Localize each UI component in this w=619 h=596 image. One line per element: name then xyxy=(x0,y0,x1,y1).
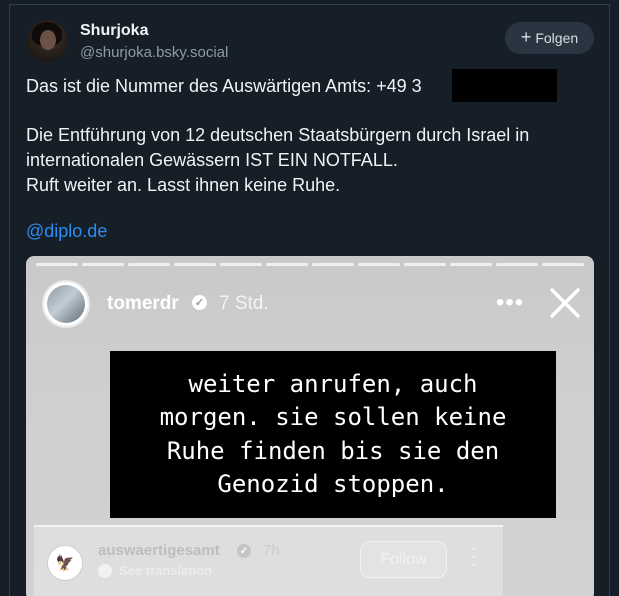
post-text-line-4: Ruft weiter an. Lasst ihnen keine Ruhe. xyxy=(26,175,341,195)
shared-post-card: 🦅 auswaertigesamt ✓ 7h See translation F… xyxy=(34,525,503,596)
story-progress-segment xyxy=(266,263,308,266)
quote-line-1: weiter anrufen, auch xyxy=(188,369,478,398)
story-screenshot[interactable]: tomerdr ✓ 7 Std. ••• weiter anrufen, auc… xyxy=(26,256,594,596)
story-progress-segment xyxy=(128,263,170,266)
post-text-line-3: internationalen Gewässern IST EIN NOTFAL… xyxy=(26,150,398,170)
story-progress-segment xyxy=(450,263,492,266)
verified-icon: ✓ xyxy=(192,295,207,310)
follow-button-label: Folgen xyxy=(535,30,579,46)
story-progress-segment xyxy=(496,263,538,266)
plus-icon: + xyxy=(520,27,532,47)
story-progress-segment xyxy=(174,263,216,266)
quote-line-2: morgen. sie sollen keine xyxy=(159,403,507,431)
verified-icon: ✓ xyxy=(237,544,251,558)
more-icon: ••• xyxy=(496,289,525,316)
post-text-line-1: Das ist die Nummer des Auswärtigen Amts:… xyxy=(26,76,422,96)
story-progress-segment xyxy=(36,263,78,266)
divider-right xyxy=(609,4,610,596)
story-username: tomerdr xyxy=(107,293,179,314)
story-avatar xyxy=(42,280,90,328)
story-progress-segment xyxy=(312,263,354,266)
story-progress-bars xyxy=(36,263,584,266)
story-quote-box: weiter anrufen, auch morgen. sie sollen … xyxy=(110,351,556,518)
eagle-icon: 🦅 xyxy=(47,545,83,581)
story-progress-segment xyxy=(82,263,124,266)
story-avatar-image xyxy=(47,285,85,323)
close-icon xyxy=(550,288,580,318)
more-vertical-icon: · · · xyxy=(471,538,477,574)
divider-top xyxy=(10,4,609,5)
quote-line-3: Ruhe finden bis sie den xyxy=(166,436,500,465)
story-time: 7 Std. xyxy=(219,293,269,314)
story-progress-segment xyxy=(542,263,584,266)
see-translation-label: See translation xyxy=(119,563,213,578)
shared-post-follow-button: Follow xyxy=(360,541,447,578)
story-progress-segment xyxy=(404,263,446,266)
follow-button[interactable]: + Folgen xyxy=(505,22,594,54)
avatar-face xyxy=(40,30,56,50)
author-display-name[interactable]: Shurjoka xyxy=(80,22,148,40)
story-progress-segment xyxy=(220,263,262,266)
author-handle[interactable]: @shurjoka.bsky.social xyxy=(80,44,228,61)
story-progress-segment xyxy=(358,263,400,266)
quote-line-4: Genozid stoppen. xyxy=(217,470,449,498)
globe-icon xyxy=(98,564,112,578)
author-avatar[interactable] xyxy=(26,20,68,62)
post-text-line-2: Die Entführung von 12 deutschen Staatsbü… xyxy=(26,125,530,145)
post-frame: Shurjoka @shurjoka.bsky.social + Folgen … xyxy=(0,0,619,596)
redaction-box xyxy=(452,69,557,102)
shared-post-username: auswaertigesamt xyxy=(98,542,220,559)
mention-link[interactable]: @diplo.de xyxy=(26,221,107,242)
shared-post-time: 7h xyxy=(263,542,280,559)
divider-left xyxy=(9,4,10,596)
